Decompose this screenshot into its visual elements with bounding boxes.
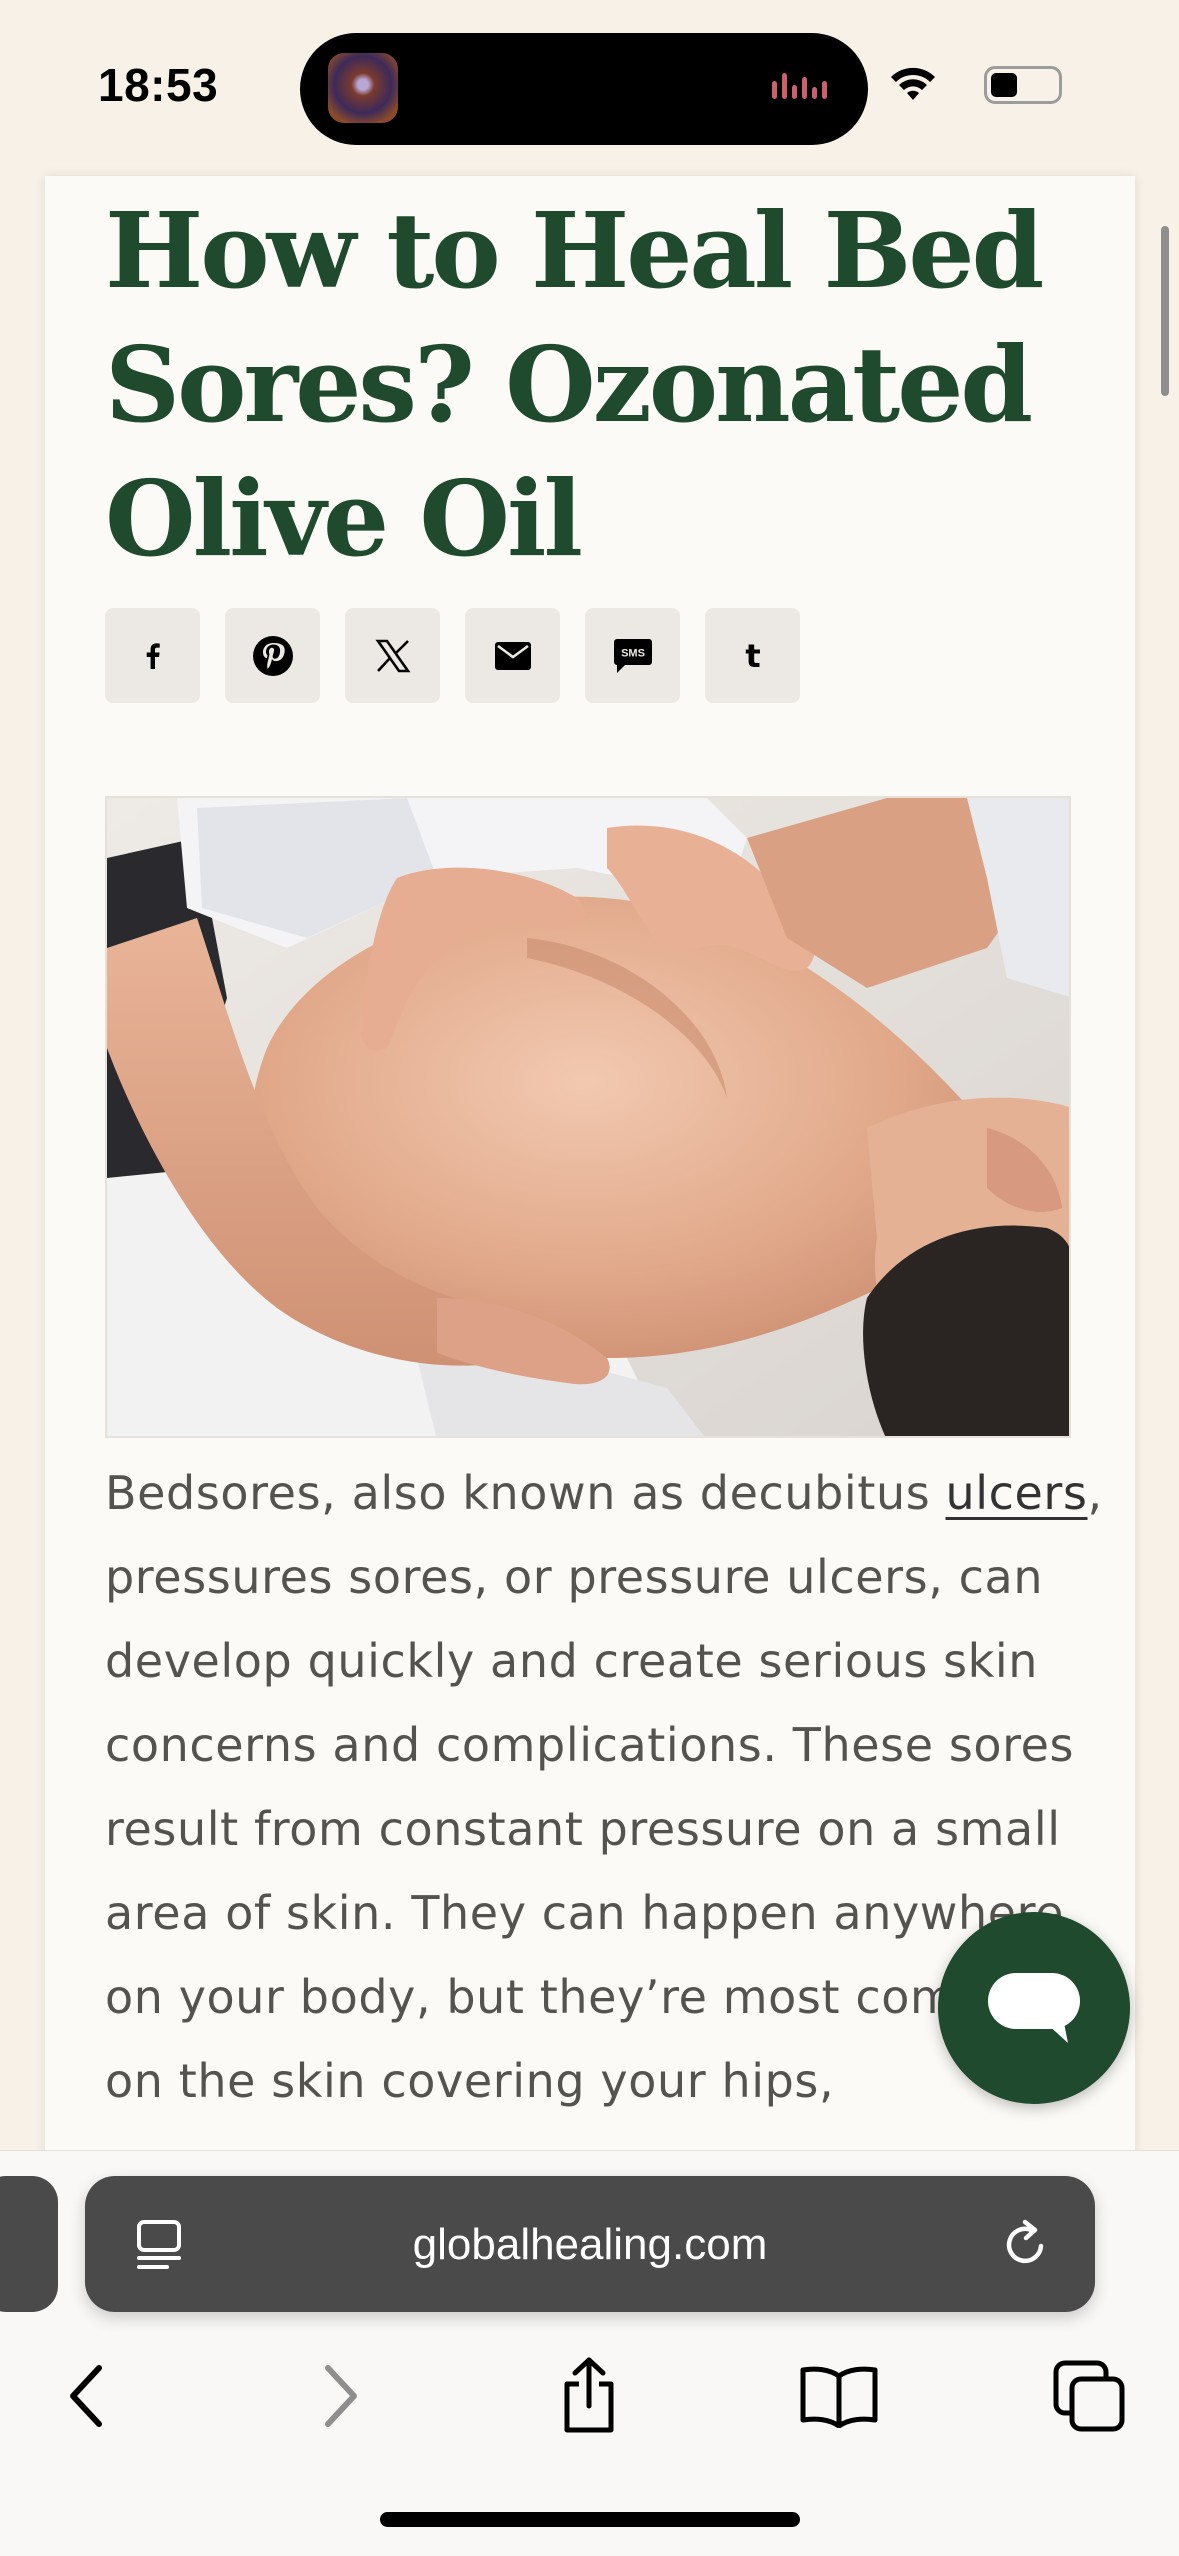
- sms-icon: SMS: [613, 638, 652, 673]
- svg-text:t: t: [745, 638, 760, 674]
- tumblr-icon: t: [745, 638, 760, 674]
- pinterest-share-button[interactable]: [225, 608, 320, 703]
- facebook-icon: [146, 642, 160, 669]
- status-bar: 18:53: [0, 0, 1179, 175]
- share-icon: [564, 2357, 614, 2433]
- ulcers-link[interactable]: ulcers: [946, 1466, 1088, 1520]
- forward-button[interactable]: [295, 2351, 385, 2441]
- chevron-left-icon: [70, 2365, 102, 2427]
- scroll-indicator[interactable]: [1161, 226, 1169, 396]
- tabs-button[interactable]: [1044, 2351, 1134, 2441]
- share-button[interactable]: [544, 2351, 634, 2441]
- article-card: How to Heal Bed Sores? Ozonated Olive Oi…: [45, 176, 1135, 2156]
- x-icon: [375, 639, 410, 672]
- tabs-icon: [1053, 2360, 1125, 2432]
- email-icon: [494, 641, 531, 670]
- bookmarks-button[interactable]: [794, 2351, 884, 2441]
- chat-button[interactable]: [938, 1912, 1130, 2104]
- back-button[interactable]: [42, 2351, 132, 2441]
- article-title: How to Heal Bed Sores? Ozonated Olive Oi…: [105, 189, 1044, 580]
- chat-bubble-icon: [988, 1973, 1080, 2043]
- tumblr-share-button[interactable]: t: [705, 608, 800, 703]
- dynamic-island[interactable]: [300, 33, 868, 145]
- audio-waveform-icon: [770, 73, 840, 105]
- now-playing-artwork: [328, 53, 398, 123]
- x-share-button[interactable]: [345, 608, 440, 703]
- home-indicator[interactable]: [380, 2512, 800, 2527]
- sms-share-button[interactable]: SMS: [585, 608, 680, 703]
- browser-toolbar: globalhealing.com: [0, 2150, 1179, 2556]
- battery-icon: [984, 66, 1062, 104]
- status-time: 18:53: [98, 59, 219, 111]
- share-buttons: SMS t: [105, 608, 800, 703]
- reload-icon[interactable]: [997, 2216, 1053, 2272]
- wifi-icon: [891, 67, 935, 100]
- url-text: globalhealing.com: [412, 2220, 768, 2269]
- book-icon: [800, 2366, 878, 2428]
- body-text-prefix: Bedsores, also known as decubitus: [105, 1466, 946, 1520]
- svg-text:SMS: SMS: [621, 647, 645, 659]
- email-share-button[interactable]: [465, 608, 560, 703]
- pinterest-icon: [252, 635, 293, 676]
- hero-image: [105, 796, 1071, 1438]
- chevron-right-icon: [325, 2365, 357, 2427]
- facebook-share-button[interactable]: [105, 608, 200, 703]
- previous-tab-preview[interactable]: [0, 2176, 58, 2312]
- address-bar[interactable]: globalhealing.com: [85, 2176, 1095, 2312]
